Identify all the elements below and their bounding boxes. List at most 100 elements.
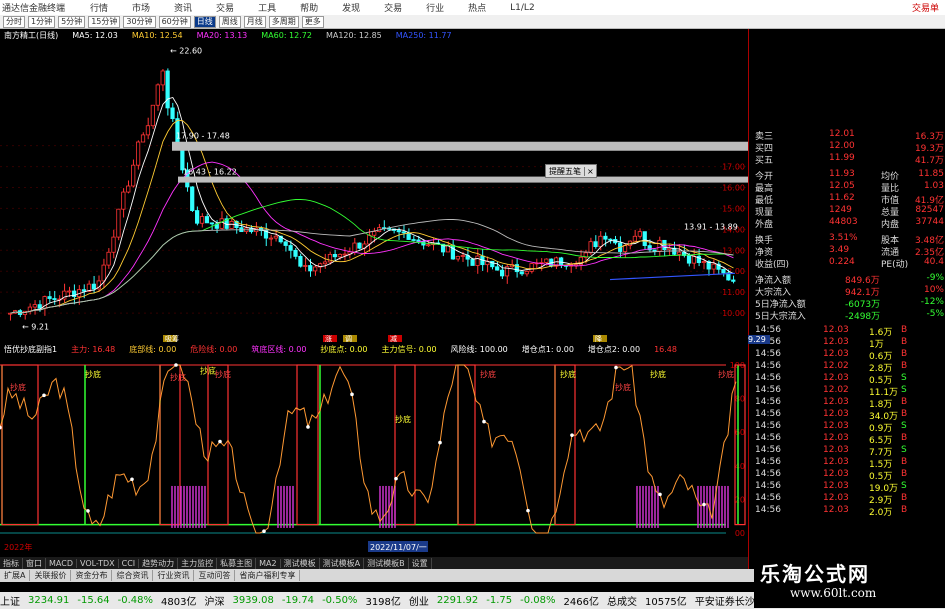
period-5[interactable]: 60分钟 xyxy=(158,15,191,28)
quote-row: 买四 12.00 19.3万 xyxy=(749,141,945,154)
ma-label-2: MA20: 13.13 xyxy=(196,30,248,40)
bottom-tab-2[interactable]: 资金分布 xyxy=(71,570,113,581)
tick-row: 14:56 12.03 2.9万 B xyxy=(749,493,945,506)
menu-item-7[interactable]: 交易 xyxy=(380,1,406,14)
tick-side: B xyxy=(901,469,908,479)
menu-item-4[interactable]: 工具 xyxy=(254,1,280,14)
indicator-item-8: 增仓点2: 0.00 xyxy=(587,344,641,354)
increase-dot xyxy=(86,509,90,513)
ind-tab-3[interactable]: VOL-TDX xyxy=(77,558,119,568)
period-7[interactable]: 周线 xyxy=(218,15,241,28)
bottom-tab-0[interactable]: 扩展A xyxy=(0,570,31,581)
ind-tab-10[interactable]: 测试模板A xyxy=(320,557,365,569)
period-8[interactable]: 月线 xyxy=(243,15,266,28)
period-3[interactable]: 15分钟 xyxy=(88,15,121,28)
tick-side: S xyxy=(901,445,907,455)
tick-row: 14:56 12.03 1.5万 B xyxy=(749,457,945,470)
ind-tab-1[interactable]: 窗口 xyxy=(23,557,46,569)
quote-row: 大宗流入 942.1万 10% xyxy=(749,285,945,298)
menu-item-6[interactable]: 发现 xyxy=(338,1,364,14)
candle-body xyxy=(47,296,52,299)
bottom-signal-label: 抄底 xyxy=(170,372,186,382)
ind-tab-0[interactable]: 指标 xyxy=(0,557,23,569)
candle-body xyxy=(544,258,549,263)
quote-value: 12.00 xyxy=(829,141,855,151)
period-0[interactable]: 分时 xyxy=(3,15,25,28)
bottom-tab-5[interactable]: 互动问答 xyxy=(194,570,236,581)
period-4[interactable]: 30分钟 xyxy=(123,15,156,28)
tick-price: 12.03 xyxy=(823,337,849,347)
menu-item-2[interactable]: 资讯 xyxy=(170,1,196,14)
candle-body xyxy=(499,269,505,277)
quote-value: 3.49 xyxy=(829,245,850,255)
close-icon[interactable]: × xyxy=(584,166,596,176)
status-item-9: 3198亿 xyxy=(365,597,401,608)
candle-body xyxy=(342,253,347,256)
ind-tab-11[interactable]: 测试模板B xyxy=(364,557,409,569)
period-10[interactable]: 更多 xyxy=(301,15,324,28)
candle-body xyxy=(283,241,288,246)
tick-time: 14:56 xyxy=(755,457,781,467)
ind-tab-5[interactable]: 趋势动力 xyxy=(139,557,179,569)
quote-label2: PE(动) xyxy=(881,260,909,270)
candle-body xyxy=(367,234,372,245)
quote-value: 12.01 xyxy=(829,129,855,139)
kline-chart[interactable]: 18.0017.0016.0015.0014.0013.0012.0011.00… xyxy=(0,29,748,342)
menu-item-0[interactable]: 行情 xyxy=(86,1,112,14)
trade-link[interactable]: 交易单 xyxy=(912,1,939,14)
ind-tab-6[interactable]: 主力监控 xyxy=(178,557,218,569)
tick-price: 12.02 xyxy=(823,385,849,395)
bottom-signal-label: 抄底 xyxy=(650,369,666,379)
candle-body xyxy=(165,70,170,109)
increase-dot xyxy=(614,365,618,370)
low-label: ← 9.21 xyxy=(22,323,49,332)
quote-label: 外盘 xyxy=(755,220,774,230)
menu-item-3[interactable]: 交易 xyxy=(212,1,238,14)
candle-body xyxy=(406,232,411,240)
indicator-item-7: 增仓点1: 0.00 xyxy=(521,344,574,354)
x-axis-cursor: 2022/11/07/一 xyxy=(370,543,427,552)
ind-tab-9[interactable]: 测试模板 xyxy=(281,557,320,569)
menu-item-9[interactable]: 热点 xyxy=(464,1,490,14)
period-1[interactable]: 1分钟 xyxy=(28,15,56,28)
tick-time: 14:56 xyxy=(755,385,781,395)
tick-side: B xyxy=(901,325,908,335)
menu-item-10[interactable]: L1/L2 xyxy=(506,3,539,13)
ind-tab-2[interactable]: MACD xyxy=(46,558,77,568)
menu-item-8[interactable]: 行业 xyxy=(422,1,448,14)
ind-tab-7[interactable]: 私募主图 xyxy=(217,557,257,569)
tick-time: 14:56 xyxy=(755,373,781,383)
candle-body xyxy=(313,266,318,272)
period-2[interactable]: 5分钟 xyxy=(58,15,86,28)
indicator-item-6: 风险线: 100.00 xyxy=(450,344,508,354)
tick-row: 14:56 12.03 0.6万 B xyxy=(749,349,945,362)
remind-dialog[interactable]: 提醒五笔 × xyxy=(545,164,597,178)
period-toolbar: 分时 1分钟 5分钟 15分钟 30分钟 60分钟 日线 周线 月线 多周期 更多 xyxy=(0,15,945,29)
period-9[interactable]: 多周期 xyxy=(268,15,299,28)
candle-body xyxy=(637,231,642,237)
tick-price: 12.03 xyxy=(823,397,849,407)
menu-item-5[interactable]: 帮助 xyxy=(296,1,322,14)
ind-tab-4[interactable]: CCI xyxy=(119,558,140,568)
ind-tab-8[interactable]: MA2 xyxy=(256,558,281,568)
tick-price: 12.02 xyxy=(823,361,849,371)
tick-side: B xyxy=(901,337,908,347)
bottom-tab-3[interactable]: 综合资讯 xyxy=(112,570,154,581)
bottom-tab-1[interactable]: 关联报价 xyxy=(30,570,72,581)
bottom-signal-label: 抄底 xyxy=(560,369,576,379)
ind-tab-12[interactable]: 设置 xyxy=(409,557,432,569)
menu-item-1[interactable]: 市场 xyxy=(128,1,154,14)
tick-time: 14:56 xyxy=(755,349,781,359)
tick-price: 12.03 xyxy=(823,373,849,383)
increase-dot xyxy=(262,529,266,534)
ind-tick: 80 xyxy=(735,395,745,404)
signal-label: 降 xyxy=(595,334,602,342)
bottom-tab-4[interactable]: 行业资讯 xyxy=(153,570,195,581)
period-6[interactable]: 日线 xyxy=(193,15,216,28)
indicator-chart[interactable]: 1008060402000抄底抄底抄底抄底抄底抄底抄底抄底抄底抄底抄底2022年… xyxy=(0,357,748,553)
bottom-tab-6[interactable]: 省商户福利专享 xyxy=(235,570,301,581)
status-item-2: -15.64 xyxy=(77,595,110,606)
candle-body xyxy=(475,255,480,266)
tick-time: 14:56 xyxy=(755,445,781,455)
candle-body xyxy=(662,239,667,251)
